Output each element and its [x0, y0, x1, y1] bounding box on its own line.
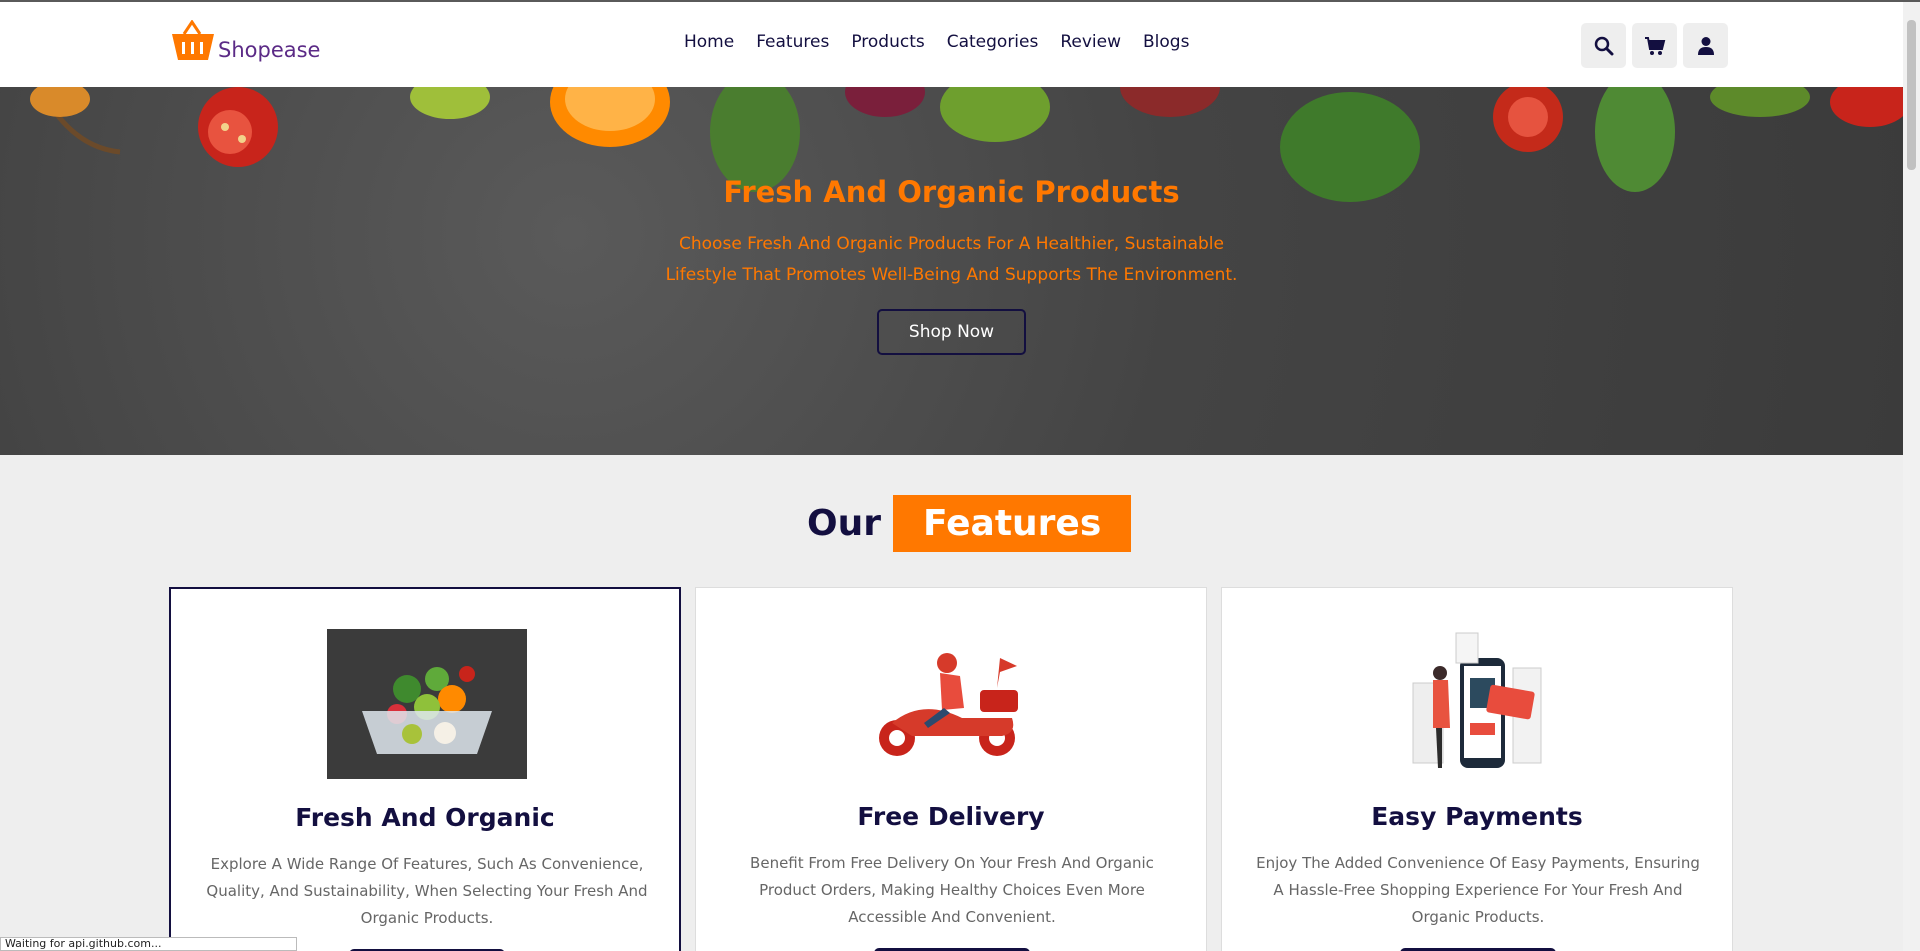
- basket-icon: [172, 20, 214, 60]
- mobile-payment-image: [1412, 632, 1542, 768]
- card-text: Enjoy The Added Convenience Of Easy Paym…: [1256, 854, 1700, 926]
- nav-review[interactable]: Review: [1060, 32, 1121, 52]
- nav-features[interactable]: Features: [756, 32, 829, 52]
- search-icon: [1594, 36, 1613, 55]
- user-icon: [1697, 36, 1714, 55]
- feature-card-delivery[interactable]: Free Delivery Benefit From Free Delivery…: [695, 587, 1207, 951]
- features-heading-part2: Features: [893, 495, 1132, 552]
- feature-card-payments[interactable]: Easy Payments Enjoy The Added Convenienc…: [1221, 587, 1733, 951]
- features-heading: Our Features: [807, 495, 1132, 552]
- search-button[interactable]: [1581, 23, 1626, 68]
- main-nav: Home Features Products Categories Review…: [684, 32, 1189, 52]
- card-title: Free Delivery: [857, 802, 1045, 831]
- hero-subtitle: Choose Fresh And Organic Products For A …: [665, 234, 1238, 285]
- nav-categories[interactable]: Categories: [947, 32, 1039, 52]
- cart-icon: [1644, 36, 1665, 55]
- logo-text: Shopease: [218, 38, 321, 62]
- header-icons: [1581, 23, 1728, 68]
- features-heading-part1: Our: [807, 503, 881, 544]
- card-title: Fresh And Organic: [295, 803, 555, 832]
- nav-home[interactable]: Home: [684, 32, 734, 52]
- card-title: Easy Payments: [1371, 802, 1583, 831]
- scrollbar-thumb[interactable]: [1907, 20, 1916, 170]
- feature-card-fresh[interactable]: Fresh And Organic Explore A Wide Range O…: [169, 587, 681, 951]
- hero-banner: Fresh And Organic Products Choose Fresh …: [0, 87, 1903, 455]
- nav-blogs[interactable]: Blogs: [1143, 32, 1189, 52]
- browser-status-bar: Waiting for api.github.com...: [0, 937, 297, 951]
- site-header: Shopease Home Features Products Categori…: [0, 2, 1903, 87]
- user-button[interactable]: [1683, 23, 1728, 68]
- salad-bowl-image: [327, 629, 527, 779]
- page-scrollbar[interactable]: [1903, 2, 1920, 951]
- nav-products[interactable]: Products: [851, 32, 924, 52]
- logo[interactable]: Shopease: [170, 20, 320, 64]
- card-text: Explore A Wide Range Of Features, Such A…: [206, 855, 648, 927]
- hero-title: Fresh And Organic Products: [723, 175, 1180, 209]
- cart-button[interactable]: [1632, 23, 1677, 68]
- delivery-scooter-image: [879, 653, 1018, 756]
- shop-now-button[interactable]: Shop Now: [877, 309, 1026, 355]
- card-text: Benefit From Free Delivery On Your Fresh…: [750, 854, 1154, 926]
